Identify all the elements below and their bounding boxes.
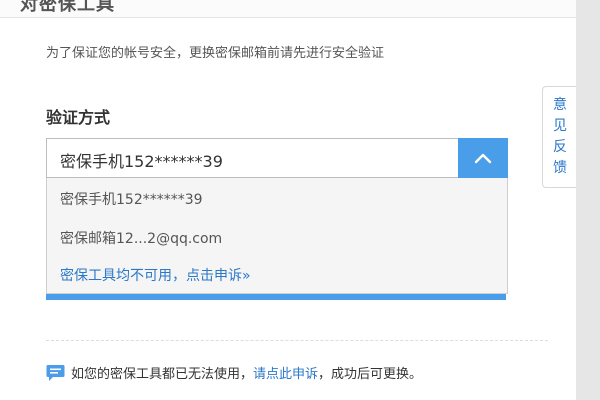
feedback-char-4: 馈 xyxy=(553,160,567,176)
verification-method-label: 验证方式 xyxy=(46,108,111,127)
footer-note: 如您的密保工具都已无法使用， 请点此申诉 ，成功后可更换。 xyxy=(46,363,422,382)
option-phone[interactable]: 密保手机152******39 xyxy=(60,189,203,209)
option-appeal-link[interactable]: 密保工具均不可用，点击申诉» xyxy=(60,265,251,285)
dropdown-toggle-button[interactable] xyxy=(458,138,508,178)
verification-method-dropdown: 密保手机152******39 密保邮箱12...2@qq.com 密保工具均不… xyxy=(46,178,508,294)
next-button-edge[interactable] xyxy=(46,294,506,300)
appeal-link[interactable]: 请点此申诉 xyxy=(253,363,318,382)
option-email[interactable]: 密保邮箱12...2@qq.com xyxy=(60,228,222,248)
feedback-tab[interactable]: 意 见 反 馈 xyxy=(542,86,576,188)
feedback-char-1: 意 xyxy=(553,97,567,113)
right-gutter xyxy=(576,0,600,400)
page-title: 对密保工具 xyxy=(20,0,115,15)
page-header: 对密保工具 xyxy=(0,0,576,18)
chat-bubble-icon xyxy=(46,364,65,382)
intro-text: 为了保证您的帐号安全，更换密保邮箱前请先进行安全验证 xyxy=(46,46,385,61)
chevron-up-icon xyxy=(474,153,492,164)
feedback-char-2: 见 xyxy=(553,118,567,134)
verification-method-select[interactable]: 密保手机152******39 xyxy=(46,138,508,178)
feedback-char-3: 反 xyxy=(553,139,567,155)
footer-note-suffix: ，成功后可更换。 xyxy=(318,367,423,382)
dashed-divider xyxy=(46,340,548,341)
footer-note-prefix: 如您的密保工具都已无法使用， xyxy=(71,367,254,382)
selected-verification-method: 密保手机152******39 xyxy=(60,152,223,171)
